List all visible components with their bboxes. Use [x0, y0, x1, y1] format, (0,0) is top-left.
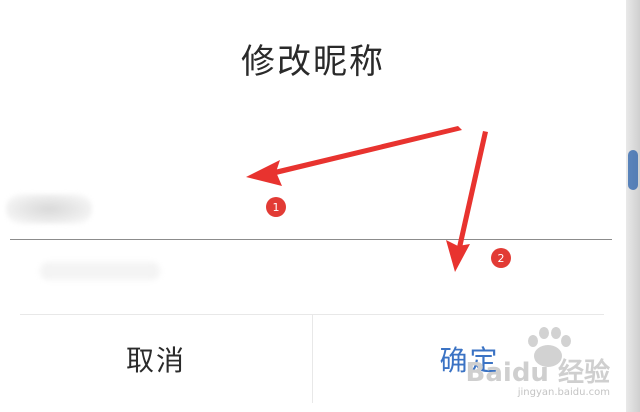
- edit-nickname-dialog: 修改昵称 取消 确定: [0, 0, 626, 405]
- blurred-current-nickname: [6, 194, 92, 224]
- cancel-button[interactable]: 取消: [0, 315, 312, 403]
- partial-avatar: [628, 150, 638, 190]
- nickname-input[interactable]: [10, 178, 612, 240]
- baidu-jingyan-watermark: Baidu 经验 jingyan.baidu.com: [466, 352, 610, 398]
- dialog-title: 修改昵称: [241, 42, 385, 82]
- underlying-page-edge: [626, 0, 640, 412]
- blurred-hint: [40, 262, 160, 280]
- watermark-brand: Baidu 经验: [465, 358, 610, 388]
